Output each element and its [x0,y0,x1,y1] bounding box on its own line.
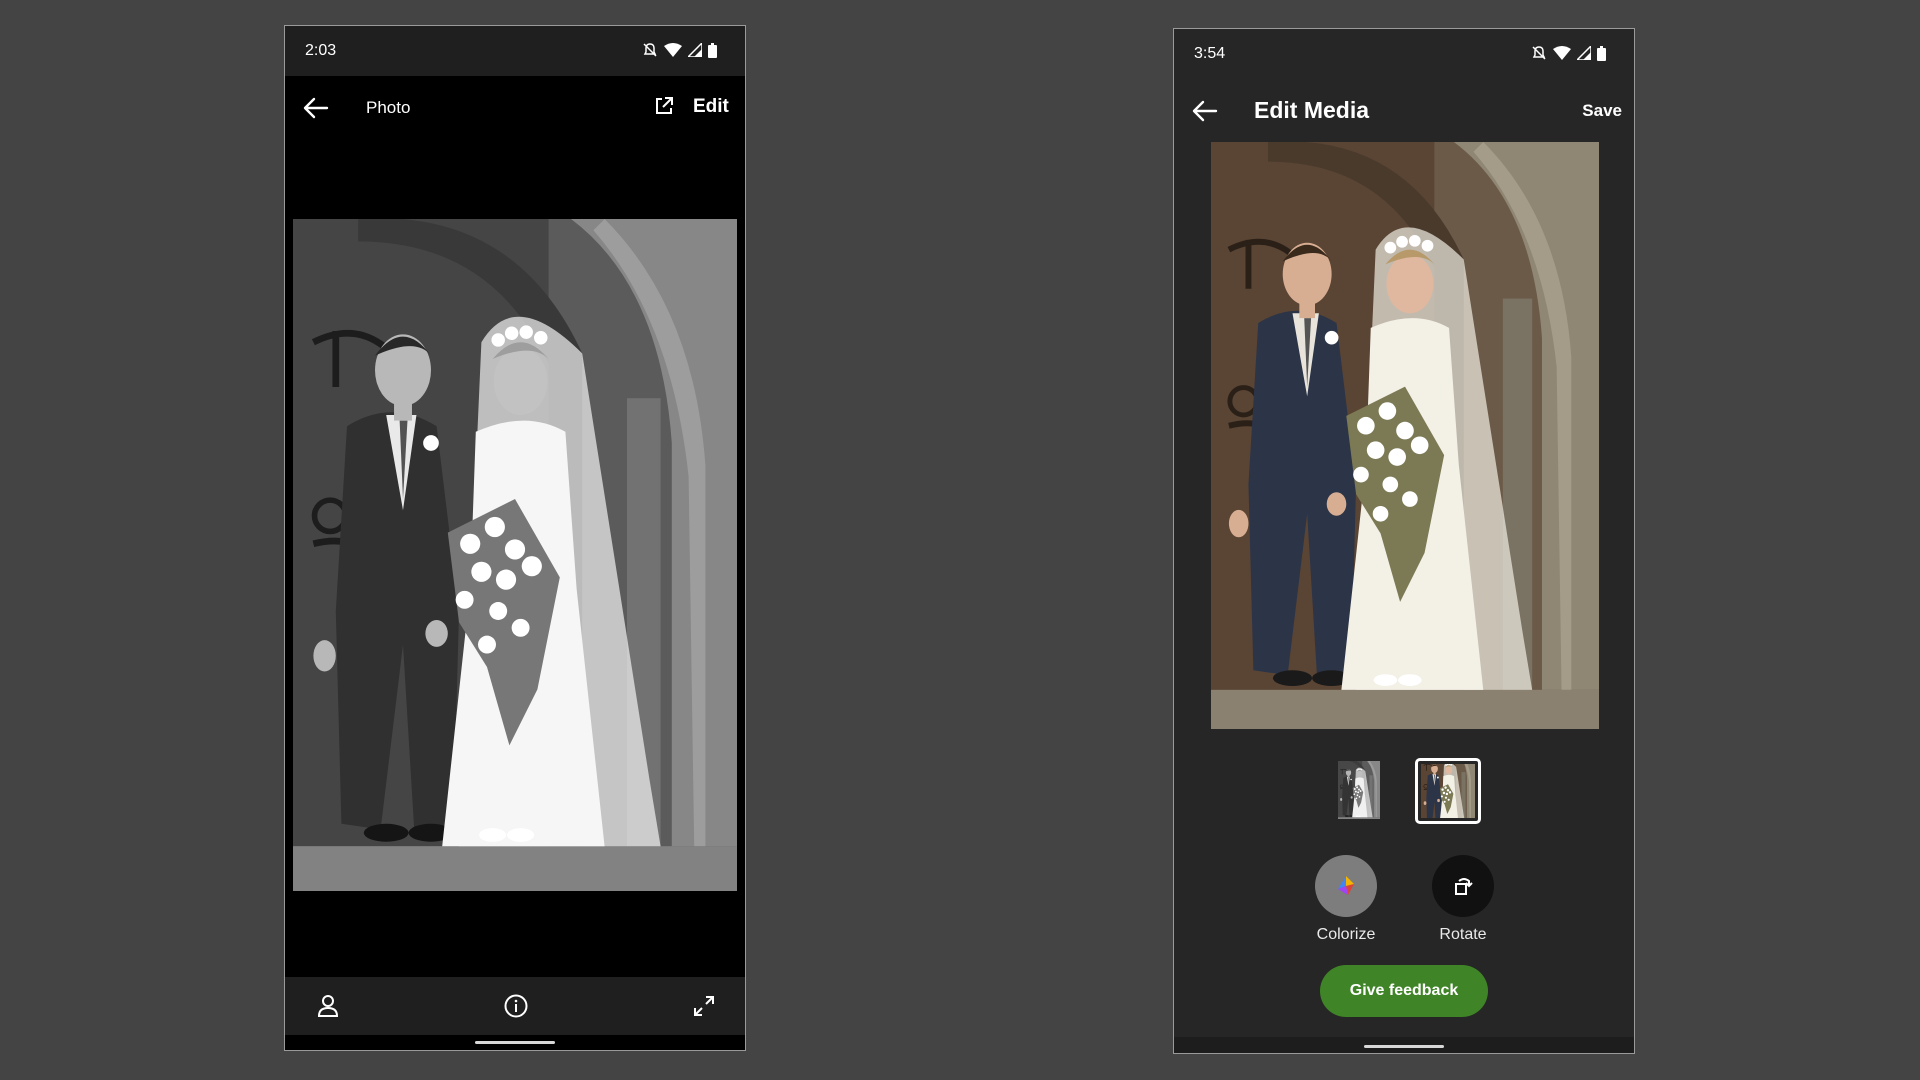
app-bar: Edit Media Save [1174,79,1634,143]
colorize-label: Colorize [1316,926,1376,943]
page-title: Photo [366,98,411,117]
dnd-off-icon [1532,46,1546,60]
bottom-toolbar [285,977,745,1035]
app-bar: Photo Edit [285,76,745,140]
photo-viewer-screen: 2:03 Photo Edit [284,25,746,1051]
rotate-button-circle[interactable] [1432,855,1494,917]
edit-media-screen: 3:54 Edit Media Save Colorize Rotate Giv… [1173,28,1635,1054]
info-icon[interactable] [503,993,529,1019]
save-button[interactable]: Save [1582,101,1622,121]
signal-icon [1577,46,1591,60]
status-bar: 2:03 [285,26,745,76]
thumbnail-image [1338,761,1380,819]
dnd-off-icon [643,43,657,57]
page-title: Edit Media [1254,97,1370,123]
rotate-icon [1455,878,1473,895]
status-time: 2:03 [305,42,337,59]
battery-icon [708,42,717,58]
status-bar: 3:54 [1174,29,1634,79]
status-time: 3:54 [1194,45,1226,62]
thumbnail-colorized-selected[interactable] [1415,758,1481,824]
colorize-icon [1338,876,1354,895]
thumbnail-original[interactable] [1338,761,1380,819]
wifi-icon [664,43,682,57]
wedding-photo-image [1211,142,1599,729]
open-external-icon[interactable] [654,96,674,116]
give-feedback-button[interactable]: Give feedback [1320,965,1488,1017]
person-icon[interactable] [315,993,341,1019]
status-icons [642,42,717,58]
back-arrow-icon[interactable] [303,96,329,120]
colorize-tool-button[interactable]: Colorize [1301,855,1391,944]
colorize-button-circle[interactable] [1315,855,1377,917]
rotate-tool-button[interactable]: Rotate [1418,855,1508,944]
rotate-label: Rotate [1439,926,1487,943]
status-icons [1531,45,1606,61]
edit-button[interactable]: Edit [693,96,729,118]
battery-icon [1597,45,1606,61]
home-indicator[interactable] [475,1041,555,1044]
home-indicator[interactable] [1364,1045,1444,1048]
wifi-icon [1553,46,1571,60]
back-arrow-icon[interactable] [1192,99,1218,123]
photo-colorized [1211,142,1599,729]
expand-icon[interactable] [691,993,717,1019]
photo-original [293,219,737,891]
wedding-photo-image [293,219,737,891]
signal-icon [688,43,702,57]
thumbnail-image [1421,764,1475,818]
